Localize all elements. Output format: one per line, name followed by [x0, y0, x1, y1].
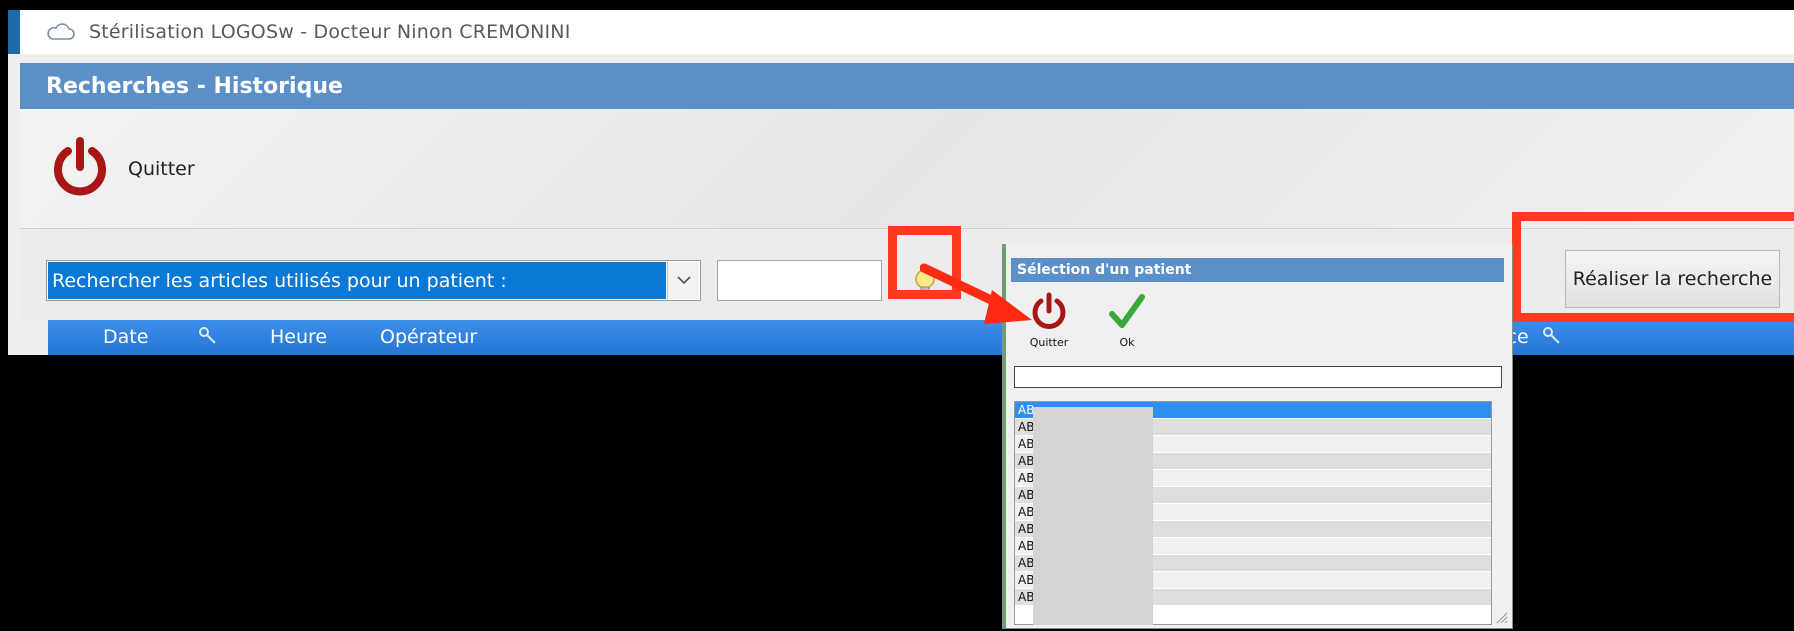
- column-date[interactable]: Date: [103, 326, 148, 348]
- key-icon[interactable]: [1542, 326, 1562, 346]
- cloud-icon: [47, 23, 75, 40]
- section-header: Recherches - Historique: [20, 63, 1794, 109]
- column-time[interactable]: Heure: [270, 326, 327, 348]
- check-icon: [1109, 294, 1145, 328]
- highlight-box-search-button: [1512, 212, 1794, 322]
- quit-label: Quitter: [128, 158, 195, 180]
- resize-grip-icon[interactable]: [1494, 610, 1508, 624]
- redacted-names-block: [1033, 407, 1153, 625]
- search-mode-select[interactable]: Rechercher les articles utilisés pour un…: [46, 260, 701, 301]
- search-input[interactable]: [717, 260, 882, 301]
- search-mode-value: Rechercher les articles utilisés pour un…: [48, 262, 666, 299]
- section-title: Recherches - Historique: [46, 73, 343, 99]
- window-title: Stérilisation LOGOSw - Docteur Ninon CRE…: [89, 21, 571, 43]
- key-icon[interactable]: [198, 326, 218, 346]
- dialog-title: Sélection d'un patient: [1011, 258, 1504, 282]
- dialog-ok-button[interactable]: Ok: [1097, 292, 1157, 349]
- red-arrow-annotation: [920, 263, 1032, 324]
- patient-list-scrollbar[interactable]: ▲ ▼: [1491, 402, 1492, 625]
- chevron-down-icon[interactable]: [667, 262, 699, 299]
- power-icon: [54, 137, 106, 196]
- patient-search-input[interactable]: [1014, 366, 1502, 388]
- column-operator[interactable]: Opérateur: [380, 326, 477, 348]
- dialog-quit-label: Quitter: [1029, 336, 1069, 349]
- dialog-ok-label: Ok: [1119, 336, 1135, 349]
- title-bar: Stérilisation LOGOSw - Docteur Ninon CRE…: [20, 10, 1794, 54]
- quit-button[interactable]: Quitter: [48, 137, 195, 201]
- toolbar: Quitter: [20, 109, 1794, 229]
- window-accent: [8, 10, 20, 54]
